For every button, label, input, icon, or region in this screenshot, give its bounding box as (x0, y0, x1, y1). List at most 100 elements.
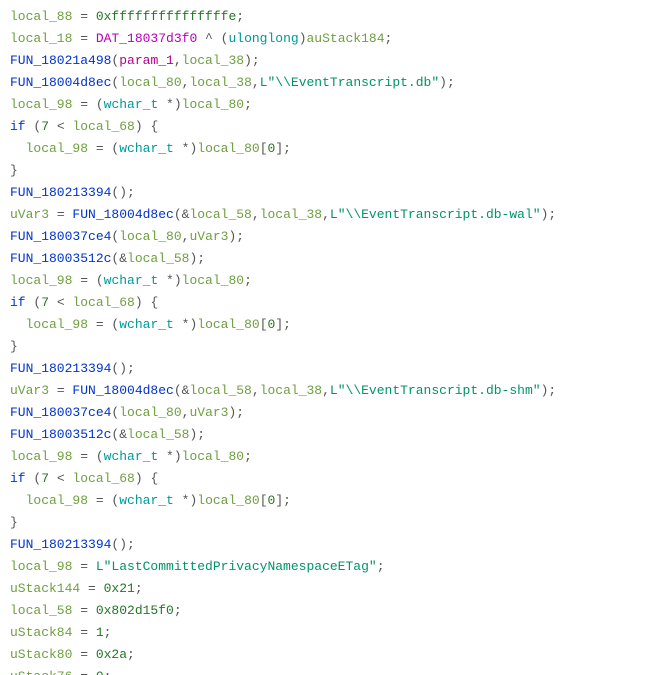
code-token: ); (189, 251, 205, 266)
code-token: FUN_18004d8ec (10, 75, 111, 90)
code-line: if (7 < local_68) { (10, 116, 640, 138)
code-token: ]; (275, 493, 291, 508)
code-token: FUN_18003512c (10, 251, 111, 266)
code-line: uVar3 = FUN_18004d8ec(&local_58,local_38… (10, 204, 640, 226)
code-token: = ( (88, 141, 119, 156)
code-line: FUN_18003512c(&local_58); (10, 248, 640, 270)
code-token: FUN_180213394 (10, 361, 111, 376)
code-token: ; (244, 449, 252, 464)
code-line: uStack84 = 1; (10, 622, 640, 644)
code-line: uStack76 = 0; (10, 666, 640, 675)
code-token: uStack80 (10, 647, 72, 662)
code-token: ( (26, 471, 42, 486)
code-line: if (7 < local_68) { (10, 292, 640, 314)
code-token: ); (244, 53, 260, 68)
code-token: wchar_t (119, 141, 174, 156)
code-token: FUN_180037ce4 (10, 405, 111, 420)
code-token: = ( (88, 317, 119, 332)
code-token: ]; (275, 317, 291, 332)
code-token: param_1 (119, 53, 174, 68)
code-token: FUN_180213394 (10, 537, 111, 552)
code-token: ); (189, 427, 205, 442)
code-token: auStack184 (307, 31, 385, 46)
code-token: 0xfffffffffffffffe (96, 9, 236, 24)
code-token: local_80 (197, 317, 259, 332)
code-token: [ (260, 317, 268, 332)
code-token: uStack84 (10, 625, 72, 640)
code-token: local_18 (10, 31, 72, 46)
code-token: , (252, 207, 260, 222)
code-token: local_68 (72, 119, 134, 134)
code-token: 7 (41, 471, 49, 486)
code-token: *) (174, 493, 197, 508)
code-token: local_98 (26, 317, 88, 332)
code-line: uVar3 = FUN_18004d8ec(&local_58,local_38… (10, 380, 640, 402)
code-line: local_98 = (wchar_t *)local_80[0]; (10, 314, 640, 336)
code-token: ; (104, 669, 112, 675)
code-token: 7 (41, 295, 49, 310)
code-token: (); (111, 537, 134, 552)
code-line: FUN_18021a498(param_1,local_38); (10, 50, 640, 72)
code-token: *) (158, 273, 181, 288)
code-token: local_80 (119, 405, 181, 420)
code-token: local_68 (72, 471, 134, 486)
code-token: local_80 (119, 229, 181, 244)
code-token: uVar3 (10, 207, 49, 222)
code-token: local_98 (10, 449, 72, 464)
code-token: FUN_18021a498 (10, 53, 111, 68)
decompiled-code-block: local_88 = 0xfffffffffffffffe; local_18 =… (0, 0, 650, 675)
code-token: 0 (96, 669, 104, 675)
code-token: FUN_180213394 (10, 185, 111, 200)
code-token: = ( (72, 449, 103, 464)
code-token: DAT_18037d3f0 (96, 31, 197, 46)
code-token: local_80 (182, 97, 244, 112)
code-token: L"\\EventTranscript.db-shm" (330, 383, 541, 398)
code-token: local_98 (10, 273, 72, 288)
code-line: } (10, 512, 640, 534)
code-token: uVar3 (10, 383, 49, 398)
code-line: } (10, 160, 640, 182)
code-line: local_58 = 0x802d15f0; (10, 600, 640, 622)
code-line: FUN_180213394(); (10, 182, 640, 204)
code-line: } (10, 336, 640, 358)
code-token: local_38 (189, 75, 251, 90)
code-token: ( (26, 295, 42, 310)
code-token: , (252, 383, 260, 398)
code-token: (& (174, 383, 190, 398)
code-token: ) { (135, 471, 158, 486)
code-token: FUN_18004d8ec (72, 207, 173, 222)
code-token: } (10, 515, 18, 530)
code-token: = (72, 9, 95, 24)
code-token: *) (174, 141, 197, 156)
code-token: L"\\EventTranscript.db-wal" (330, 207, 541, 222)
code-line: uStack144 = 0x21; (10, 578, 640, 600)
code-token: ); (541, 207, 557, 222)
code-token: L"\\EventTranscript.db" (260, 75, 439, 90)
code-token: , (322, 383, 330, 398)
code-token: if (10, 295, 26, 310)
code-token: = (72, 31, 95, 46)
code-token: uVar3 (189, 229, 228, 244)
code-token: local_58 (127, 251, 189, 266)
code-token: if (10, 471, 26, 486)
code-line: uStack80 = 0x2a; (10, 644, 640, 666)
code-token: ulonglong (228, 31, 298, 46)
code-line: FUN_180213394(); (10, 534, 640, 556)
code-token: uVar3 (189, 405, 228, 420)
code-token: ; (127, 647, 135, 662)
code-line: local_98 = (wchar_t *)local_80; (10, 270, 640, 292)
code-token: ; (377, 559, 385, 574)
code-token: ) { (135, 295, 158, 310)
code-line: local_98 = L"LastCommittedPrivacyNamespa… (10, 556, 640, 578)
code-token: (& (111, 251, 127, 266)
code-token: if (10, 119, 26, 134)
code-token: ; (244, 97, 252, 112)
code-token: 7 (41, 119, 49, 134)
code-token: = ( (88, 493, 119, 508)
code-token: < (49, 119, 72, 134)
code-token: ); (541, 383, 557, 398)
code-token: 0x2a (96, 647, 127, 662)
code-token: local_38 (260, 207, 322, 222)
code-token: = (49, 207, 72, 222)
code-token: local_88 (10, 9, 72, 24)
